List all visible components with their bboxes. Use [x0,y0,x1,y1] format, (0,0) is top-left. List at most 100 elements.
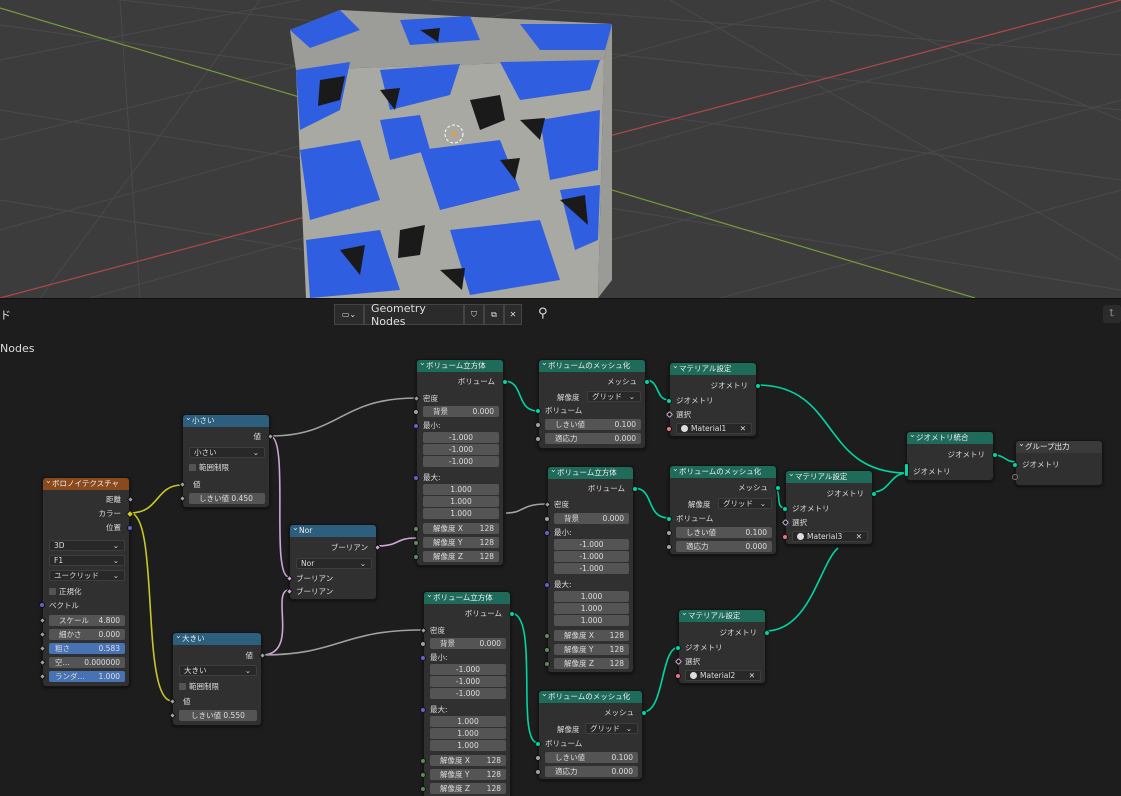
res-z-socket[interactable] [413,554,419,560]
geometry-out-socket[interactable] [764,630,770,636]
min-y-field[interactable]: -1.000 [423,444,499,455]
res-x-field[interactable]: 解像度 X 128 [423,523,499,534]
geometry-in-socket[interactable] [1012,462,1018,468]
material-socket[interactable] [782,534,788,540]
volume-cube-node-2[interactable]: ボリューム立方体 ボリューム 密度 背景0.000 最小: -1.000 -1.… [543,466,638,673]
material-field[interactable]: Material1 ✕ [676,423,752,434]
material-socket[interactable] [675,673,681,679]
group-output-header[interactable]: グループ出力 [1016,441,1102,453]
resolution-mode-dropdown[interactable]: グリッド ⌄ [718,498,772,509]
adaptivity-field[interactable]: 適応力 0.000 [545,433,641,444]
node-editor[interactable]: ド ▭⌄ Geometry Nodes ⛉ ⧉ ✕ ⚲ ⮤ Nodes ⌄ ボロ… [0,298,1121,796]
geometry-out-socket[interactable] [871,491,877,497]
set-material-node-3[interactable]: マテリアル設定 ジオメトリ ジオメトリ 選択 Material3✕ [781,470,877,545]
position-socket[interactable] [127,525,133,531]
volume-cube-header[interactable]: ボリューム立方体 [417,360,503,372]
resolution-mode-dropdown[interactable]: グリッド ⌄ [585,723,638,734]
max-socket[interactable] [413,475,419,481]
volume-cube-node-3[interactable]: ボリューム立方体 ボリューム 密度 背景0.000 最小: -1.000 -1.… [419,591,515,796]
res-z-field[interactable]: 解像度 Z 128 [554,658,629,669]
geometry-in-socket[interactable] [675,645,681,651]
operation-dropdown[interactable]: Nor ⌄ [296,558,372,569]
res-x-field[interactable]: 解像度 X 128 [554,630,629,641]
compare-less-node[interactable]: 小さい 値 小さい⌄ 範囲制限 値 しきい値 0.450 [178,414,275,508]
compare-less-header[interactable]: 小さい [183,415,269,427]
max-y-field[interactable]: 1.000 [430,728,506,739]
max-x-field[interactable]: 1.000 [554,591,629,602]
res-x-field[interactable]: 解像度 X 128 [430,755,506,766]
compare-greater-header[interactable]: 大きい [173,633,261,645]
volume-to-mesh-node-3[interactable]: ボリュームのメッシュ化 メッシュ 解像度 グリッド⌄ ボリューム しきい値0.1… [535,690,647,780]
set-material-header[interactable]: マテリアル設定 [670,363,756,375]
join-geometry-header[interactable]: ジオメトリ統合 [907,432,993,444]
geometry-out-socket[interactable] [992,452,998,458]
roughness-field[interactable]: 粗さ 0.583 [49,643,125,654]
min-y-field[interactable]: -1.000 [554,551,629,562]
dimensions-dropdown[interactable]: 3D ⌄ [49,540,125,551]
min-socket[interactable] [544,530,550,536]
res-x-socket[interactable] [420,758,426,764]
volume-to-mesh-header[interactable]: ボリュームのメッシュ化 [539,360,645,372]
randomness-field[interactable]: ランダ... 1.000 [49,671,125,682]
min-z-field[interactable]: -1.000 [430,688,506,699]
clear-material-icon[interactable]: ✕ [856,532,862,541]
normalize-check-icon[interactable] [49,588,56,595]
join-geometry-node[interactable]: ジオメトリ統合 ジオメトリ ジオメトリ [904,431,998,481]
res-y-socket[interactable] [420,772,426,778]
boolean-math-nor-node[interactable]: Nor ブーリアン Nor⌄ ブーリアン ブーリアン [285,524,382,600]
distance-metric-dropdown[interactable]: ユークリッド ⌄ [49,570,125,581]
volume-to-mesh-node-2[interactable]: ボリュームのメッシュ化 メッシュ 解像度 グリッド⌄ ボリューム しきい値0.1… [666,465,781,555]
volume-cube-header[interactable]: ボリューム立方体 [548,467,633,479]
res-z-socket[interactable] [544,661,550,667]
background-socket[interactable] [420,641,426,647]
lacunarity-field[interactable]: 空... 0.000000 [49,657,125,668]
volume-cube-header[interactable]: ボリューム立方体 [424,592,510,604]
geometry-in-socket[interactable] [782,506,788,512]
geometry-multi-in-socket[interactable] [904,463,909,477]
volume-to-mesh-node-1[interactable]: ボリュームのメッシュ化 メッシュ 解像度 グリッド⌄ ボリューム しきい値0.1… [535,359,650,449]
group-output-node[interactable]: グループ出力 ジオメトリ [1012,440,1103,486]
material-field[interactable]: Material3 ✕ [792,531,868,542]
volume-cube-node-1[interactable]: ボリューム立方体 ボリューム 密度 背景0.000 最小: -1.000 -1.… [412,359,508,566]
threshold-socket[interactable] [666,530,672,536]
mesh-out-socket[interactable] [775,485,781,491]
min-z-field[interactable]: -1.000 [554,563,629,574]
max-x-field[interactable]: 1.000 [430,716,506,727]
threshold-field[interactable]: しきい値 0.100 [545,419,641,430]
min-x-field[interactable]: -1.000 [554,539,629,550]
operation-dropdown[interactable]: 大きい ⌄ [179,665,257,676]
empty-socket[interactable] [1012,474,1018,480]
volume-to-mesh-header[interactable]: ボリュームのメッシュ化 [670,466,776,478]
background-socket[interactable] [413,409,419,415]
mesh-out-socket[interactable] [641,710,647,716]
material-field[interactable]: Material2 ✕ [685,670,761,681]
clamp-checkbox[interactable]: 範囲制限 [189,462,229,473]
volume-in-socket[interactable] [535,741,541,747]
threshold-field[interactable]: しきい値 0.100 [545,752,638,763]
background-field[interactable]: 背景 0.000 [430,638,506,649]
background-socket[interactable] [544,516,550,522]
nor-header[interactable]: Nor [290,525,376,537]
3d-viewport[interactable] [0,0,1121,298]
max-socket[interactable] [420,707,426,713]
min-x-field[interactable]: -1.000 [430,664,506,675]
volume-in-socket[interactable] [535,408,541,414]
threshold-socket[interactable] [535,755,541,761]
max-z-field[interactable]: 1.000 [554,615,629,626]
set-material-header[interactable]: マテリアル設定 [786,471,872,483]
threshold-socket[interactable] [535,422,541,428]
clamp-check-icon[interactable] [189,464,196,471]
clamp-checkbox[interactable]: 範囲制限 [179,681,219,692]
min-z-field[interactable]: -1.000 [423,456,499,467]
clear-material-icon[interactable]: ✕ [749,671,755,680]
volume-to-mesh-header[interactable]: ボリュームのメッシュ化 [539,691,642,703]
adaptivity-socket[interactable] [535,769,541,775]
voronoi-texture-header[interactable]: ボロノイテクスチャ [43,478,129,490]
min-socket[interactable] [413,423,419,429]
res-y-field[interactable]: 解像度 Y 128 [554,644,629,655]
volume-out-socket[interactable] [632,486,638,492]
scale-field[interactable]: スケール 4.800 [49,615,125,626]
res-z-field[interactable]: 解像度 Z 128 [430,783,506,794]
min-y-field[interactable]: -1.000 [430,676,506,687]
voronoi-texture-node[interactable]: ボロノイテクスチャ 距離 カラー 位置 3D⌄ F1⌄ ユークリッド⌄ 正規化 … [38,477,135,687]
